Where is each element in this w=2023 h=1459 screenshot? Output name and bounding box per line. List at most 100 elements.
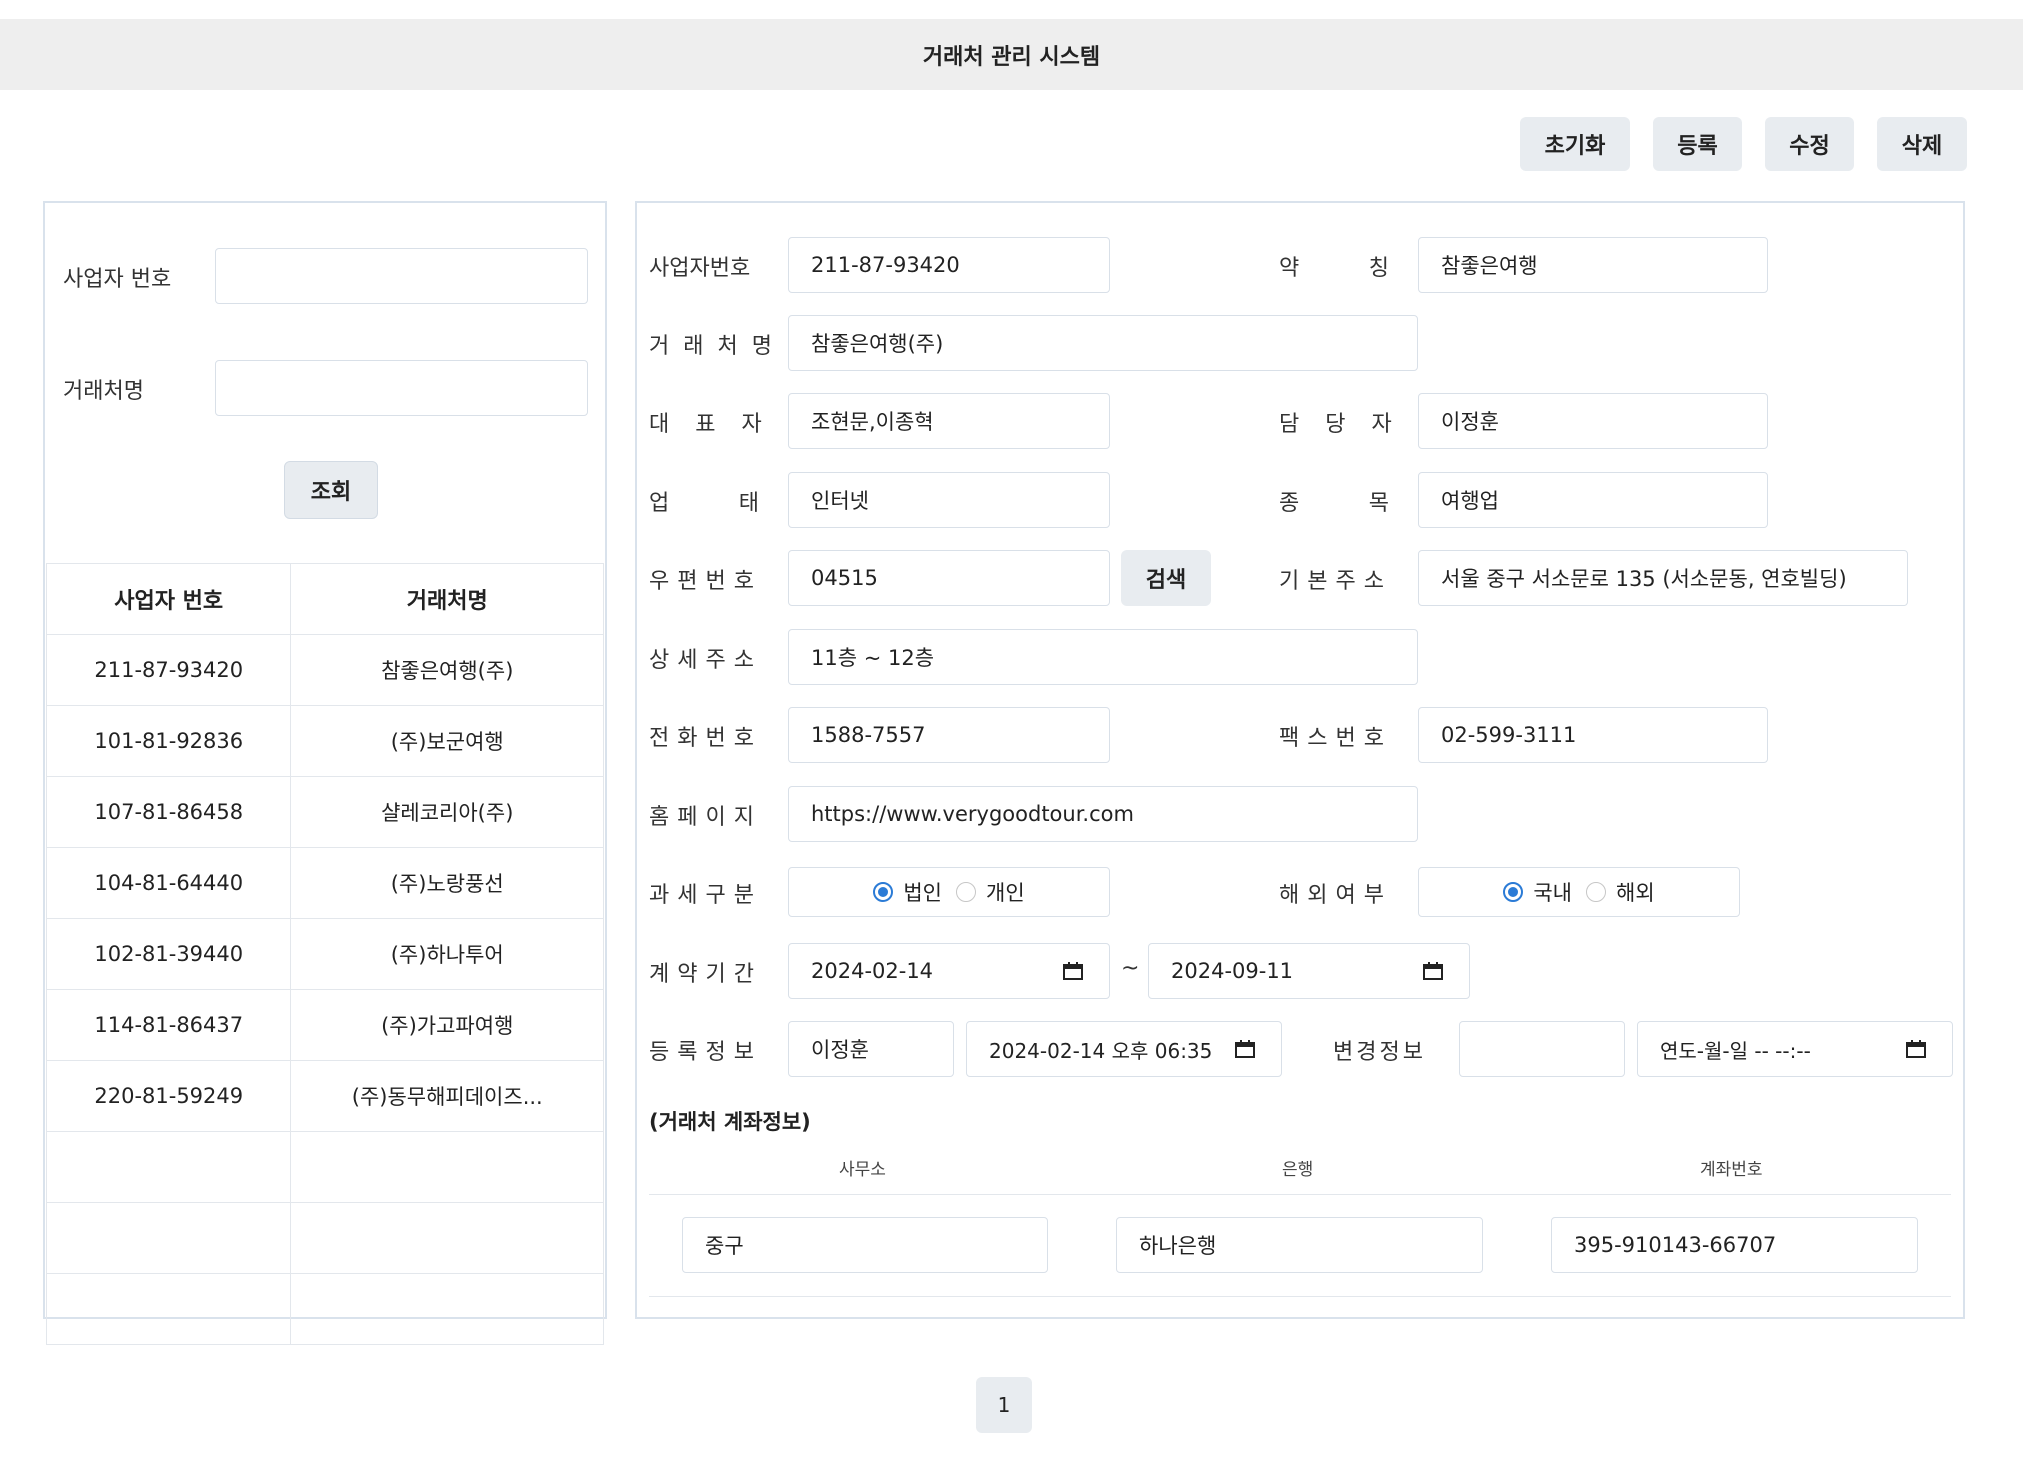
table-row[interactable]: 114-81-86437 (주)가고파여행 [45,989,604,1061]
edit-button[interactable]: 수정 [1765,117,1854,171]
biz-type-label: 업 태 [649,491,759,516]
divider [649,1296,1951,1297]
table-row[interactable]: 102-81-39440 (주)하나투어 [45,918,604,990]
table-row [45,1273,604,1345]
tel-field[interactable]: 1588-7557 [788,707,1110,763]
address-detail-field[interactable]: 11층 ~ 12층 [788,629,1418,685]
cell-client-name: (주)하나투어 [290,918,604,990]
search-name-label: 거래처명 [63,379,144,404]
cell-biz-no: 220-81-59249 [45,1060,292,1132]
reset-button[interactable]: 초기화 [1520,117,1630,171]
table-row[interactable]: 104-81-64440 (주)노랑풍선 [45,847,604,919]
manager-label: 담당자 [1279,412,1418,437]
tel-label: 전화번호 [649,726,762,751]
biz-item-field[interactable]: 여행업 [1418,472,1768,528]
query-button[interactable]: 조회 [284,461,378,519]
cell-client-name: 참좋은여행(주) [290,634,604,706]
tax-individual-radio[interactable] [956,882,976,902]
contract-separator: ~ [1121,956,1140,981]
calendar-icon[interactable] [1423,962,1443,980]
contract-from-field[interactable]: 2024-02-14 [788,943,1110,999]
contract-to-value: 2024-09-11 [1171,959,1294,983]
address-detail-label: 상세주소 [649,648,762,673]
register-button[interactable]: 등록 [1653,117,1742,171]
client-name-label: 거래처명 [649,334,786,359]
contract-from-value: 2024-02-14 [811,959,934,983]
cell-biz-no: 114-81-86437 [45,989,292,1061]
table-row [45,1131,604,1203]
cell-biz-no [45,1131,292,1203]
cell-client-name: (주)보군여행 [290,705,604,777]
short-name-field[interactable]: 참좋은여행 [1418,237,1768,293]
cell-biz-no: 104-81-64440 [45,847,292,919]
biz-item-label: 종 목 [1279,491,1389,516]
biz-type-field[interactable]: 인터넷 [788,472,1110,528]
reg-date-value: 2024-02-14 오후 06:35 [989,1038,1213,1063]
delete-button[interactable]: 삭제 [1877,117,1967,171]
overseas-group: 국내 해외 [1418,867,1740,917]
reg-user-field[interactable]: 이정훈 [788,1021,954,1077]
overseas-radio[interactable] [1586,882,1606,902]
address-field[interactable]: 서울 중구 서소문로 135 (서소문동, 연호빌딩) [1418,550,1908,606]
cell-biz-no: 107-81-86458 [45,776,292,848]
fax-field[interactable]: 02-599-3111 [1418,707,1768,763]
tax-corporate-radio[interactable] [873,882,894,902]
manager-field[interactable]: 이정훈 [1418,393,1768,449]
tax-type-group: 법인 개인 [788,867,1110,917]
account-header-number: 계좌번호 [1700,1160,1763,1180]
cell-client-name: (주)가고파여행 [290,989,604,1061]
account-office-field[interactable]: 중구 [682,1217,1048,1273]
ceo-field[interactable]: 조현문,이종혁 [788,393,1110,449]
account-section-title: (거래처 계좌정보) [649,1110,811,1134]
zip-label: 우편번호 [649,569,762,594]
cell-client-name [290,1273,604,1345]
mod-date-field[interactable]: 연도-월-일 -- --:-- [1637,1021,1953,1077]
account-header-bank: 은행 [1282,1160,1314,1180]
domestic-radio[interactable] [1503,882,1524,902]
cell-client-name: 샬레코리아(주) [290,776,604,848]
client-list-table: 사업자 번호 거래처명 211-87-93420 참좋은여행(주) 101-81-… [45,563,604,1345]
client-name-field[interactable]: 참좋은여행(주) [788,315,1418,371]
table-row[interactable]: 101-81-92836 (주)보군여행 [45,705,604,777]
header-biz-no: 사업자 번호 [45,563,292,635]
cell-biz-no [45,1273,292,1345]
cell-client-name: (주)동무해피데이즈... [290,1060,604,1132]
cell-biz-no: 101-81-92836 [45,705,292,777]
mod-date-value: 연도-월-일 -- --:-- [1660,1038,1811,1063]
account-number-field[interactable]: 395-910143-66707 [1551,1217,1918,1273]
table-row[interactable]: 220-81-59249 (주)동무해피데이즈... [45,1060,604,1132]
contract-to-field[interactable]: 2024-09-11 [1148,943,1470,999]
pagination-page-button[interactable]: 1 [976,1377,1032,1433]
cell-client-name [290,1131,604,1203]
calendar-icon[interactable] [1906,1040,1926,1058]
search-name-input[interactable] [215,360,588,416]
calendar-icon[interactable] [1063,962,1083,980]
reg-date-field[interactable]: 2024-02-14 오후 06:35 [966,1021,1282,1077]
search-biz-no-input[interactable] [215,248,588,304]
reg-info-label: 등록정보 [649,1040,762,1065]
table-row[interactable]: 107-81-86458 샬레코리아(주) [45,776,604,848]
table-row [45,1202,604,1274]
header-client-name: 거래처명 [290,563,604,635]
zip-search-button[interactable]: 검색 [1121,550,1211,606]
overseas-opt-label: 해외 [1616,881,1655,905]
table-row[interactable]: 211-87-93420 참좋은여행(주) [45,634,604,706]
domestic-label: 국내 [1533,881,1572,905]
table-header-row: 사업자 번호 거래처명 [45,563,604,635]
zip-field[interactable]: 04515 [788,550,1110,606]
search-biz-no-label: 사업자 번호 [63,267,172,292]
account-bank-field[interactable]: 하나은행 [1116,1217,1483,1273]
biz-no-field[interactable]: 211-87-93420 [788,237,1110,293]
tax-individual-label: 개인 [986,881,1025,905]
cell-client-name [290,1202,604,1274]
mod-info-label: 변경정보 [1333,1040,1426,1065]
cell-biz-no: 102-81-39440 [45,918,292,990]
mod-user-field[interactable] [1459,1021,1625,1077]
tax-corporate-label: 법인 [903,881,942,905]
cell-biz-no: 211-87-93420 [45,634,292,706]
overseas-label: 해외여부 [1279,883,1392,908]
calendar-icon[interactable] [1235,1040,1255,1058]
tax-type-label: 과세구분 [649,883,762,908]
homepage-field[interactable]: https://www.verygoodtour.com [788,786,1418,842]
fax-label: 팩스번호 [1279,726,1392,751]
